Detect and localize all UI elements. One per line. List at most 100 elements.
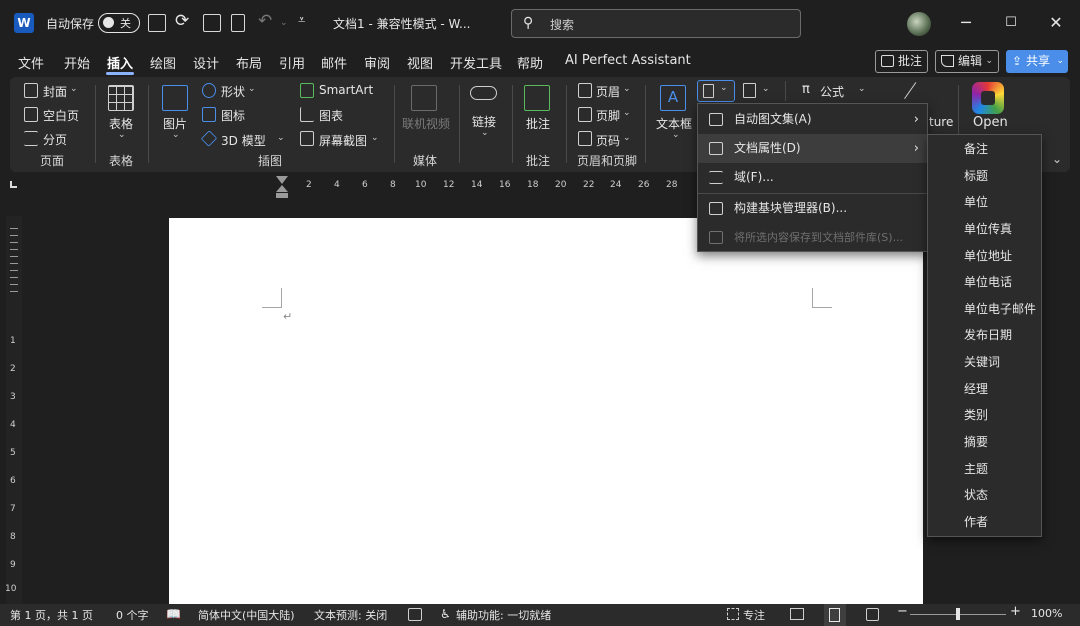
- tab-home[interactable]: 开始: [64, 53, 90, 72]
- cover-page-button[interactable]: 封面: [43, 83, 67, 100]
- proofing-icon[interactable]: 📖: [166, 607, 181, 621]
- submenu-item[interactable]: 作者: [928, 509, 1041, 536]
- screenshot-button[interactable]: 屏幕截图: [319, 132, 367, 149]
- customize-icon[interactable]: ⩡: [298, 13, 305, 28]
- submenu-item[interactable]: 类别: [928, 402, 1041, 429]
- chevron-down-icon[interactable]: ⌄: [623, 84, 631, 94]
- pi-icon[interactable]: π: [802, 82, 810, 97]
- signature-line-icon[interactable]: [743, 83, 756, 98]
- 3d-models-button[interactable]: 3D 模型: [221, 132, 266, 149]
- signature-label-partial[interactable]: ture: [929, 115, 953, 129]
- tab-help[interactable]: 帮助: [517, 53, 543, 72]
- submenu-item[interactable]: 主题: [928, 456, 1041, 483]
- autosave-toggle[interactable]: 关: [98, 13, 140, 33]
- maximize-icon[interactable]: ☐: [998, 10, 1024, 36]
- new-doc-icon[interactable]: [231, 14, 245, 32]
- redo-icon[interactable]: ⟳: [175, 11, 189, 31]
- chevron-down-icon[interactable]: ⌄: [481, 128, 489, 138]
- menu-item-building-blocks-organizer[interactable]: 构建基块管理器(B)...: [698, 194, 927, 223]
- share-button[interactable]: ⇪ 共享 ⌄: [1006, 50, 1068, 73]
- avatar[interactable]: [907, 12, 931, 36]
- icons-button[interactable]: 图标: [221, 107, 245, 124]
- submenu-item[interactable]: 单位电子邮件: [928, 296, 1041, 323]
- comments-button[interactable]: 批注: [875, 50, 928, 73]
- tab-view[interactable]: 视图: [407, 53, 433, 72]
- left-indent-icon[interactable]: [276, 193, 288, 198]
- submenu-item[interactable]: 发布日期: [928, 322, 1041, 349]
- open-addin-button[interactable]: Open: [973, 115, 1008, 130]
- touch-mode-icon[interactable]: [203, 14, 221, 32]
- editing-button[interactable]: 编辑 ⌄: [935, 50, 999, 73]
- quick-parts-button[interactable]: ⌄: [697, 80, 735, 102]
- equation-button[interactable]: 公式: [820, 83, 844, 100]
- chevron-down-icon[interactable]: ⌄: [623, 133, 631, 143]
- submenu-item[interactable]: 经理: [928, 376, 1041, 403]
- language-status[interactable]: 简体中文(中国大陆): [198, 607, 295, 623]
- close-icon[interactable]: ✕: [1043, 10, 1069, 36]
- header-button[interactable]: 页眉: [596, 83, 620, 100]
- submenu-item[interactable]: 关键词: [928, 349, 1041, 376]
- chevron-down-icon[interactable]: ⌄: [277, 133, 285, 143]
- tab-draw[interactable]: 绘图: [150, 53, 176, 72]
- menu-item-field[interactable]: 域(F)...: [698, 163, 927, 192]
- footer-button[interactable]: 页脚: [596, 107, 620, 124]
- chevron-down-icon[interactable]: ⌄: [858, 84, 866, 94]
- submenu-item[interactable]: 备注: [928, 136, 1041, 163]
- zoom-level[interactable]: 100%: [1031, 607, 1062, 620]
- shapes-button[interactable]: 形状: [221, 83, 245, 100]
- tab-design[interactable]: 设计: [193, 53, 219, 72]
- zoom-out-button[interactable]: −: [897, 604, 908, 619]
- document-page[interactable]: ↵: [169, 218, 923, 604]
- menu-item-autotext[interactable]: 自动图文集(A) ›: [698, 105, 927, 134]
- submenu-item[interactable]: 标题: [928, 163, 1041, 190]
- submenu-item[interactable]: 状态: [928, 482, 1041, 509]
- undo-icon[interactable]: ↶: [258, 11, 272, 31]
- print-layout-button[interactable]: [824, 604, 846, 626]
- focus-mode-button[interactable]: 专注: [743, 607, 765, 623]
- open-addin-icon[interactable]: [972, 82, 1004, 114]
- tab-selector-icon[interactable]: [10, 181, 17, 188]
- tab-review[interactable]: 审阅: [364, 53, 390, 72]
- page-number-button[interactable]: 页码: [596, 132, 620, 149]
- chevron-down-icon[interactable]: ⌄: [70, 84, 78, 94]
- read-mode-icon[interactable]: [790, 608, 804, 620]
- submenu-item[interactable]: 单位传真: [928, 216, 1041, 243]
- hanging-indent-icon[interactable]: [276, 185, 288, 192]
- submenu-item[interactable]: 摘要: [928, 429, 1041, 456]
- menu-item-save-to-gallery[interactable]: 将所选内容保存到文档部件库(S)...: [698, 223, 927, 252]
- chevron-down-icon[interactable]: ⌄: [623, 108, 631, 118]
- chevron-down-icon[interactable]: ⌄: [248, 84, 256, 94]
- minimize-icon[interactable]: ─: [953, 10, 979, 36]
- tab-layout[interactable]: 布局: [236, 53, 262, 72]
- tab-developer[interactable]: 开发工具: [450, 53, 502, 72]
- first-line-indent-icon[interactable]: [276, 176, 288, 184]
- menu-item-document-property[interactable]: 文档属性(D) ›: [698, 134, 927, 163]
- track-changes-icon[interactable]: [408, 608, 422, 621]
- smartart-button[interactable]: SmartArt: [319, 83, 373, 97]
- blank-page-button[interactable]: 空白页: [43, 107, 79, 124]
- chevron-down-icon[interactable]: ⌄: [762, 84, 770, 94]
- zoom-slider-thumb[interactable]: [956, 608, 960, 620]
- tab-references[interactable]: 引用: [279, 53, 305, 72]
- chevron-down-icon[interactable]: ⌄: [172, 130, 180, 140]
- link-icon[interactable]: [470, 86, 497, 100]
- online-video-button[interactable]: 联机视频: [402, 115, 450, 132]
- submenu-item[interactable]: 单位电话: [928, 269, 1041, 296]
- ribbon-collapse-icon[interactable]: ⌄: [1052, 152, 1062, 166]
- table-icon[interactable]: [108, 85, 134, 111]
- comment-button[interactable]: 批注: [526, 115, 550, 132]
- tab-insert[interactable]: 插入: [107, 53, 133, 72]
- textbox-icon[interactable]: A: [660, 85, 686, 111]
- page-count[interactable]: 第 1 页，共 1 页: [10, 607, 93, 623]
- chevron-down-icon[interactable]: ⌄: [371, 133, 379, 143]
- submenu-item[interactable]: 单位: [928, 189, 1041, 216]
- accessibility-status[interactable]: 辅助功能: 一切就绪: [456, 607, 551, 623]
- tab-ai-perfect-assistant[interactable]: AI Perfect Assistant: [565, 53, 691, 68]
- indent-markers[interactable]: [276, 176, 288, 198]
- accessibility-icon[interactable]: ♿: [440, 607, 451, 621]
- tab-mailings[interactable]: 邮件: [321, 53, 347, 72]
- zoom-in-button[interactable]: +: [1010, 604, 1021, 619]
- tab-file[interactable]: 文件: [18, 53, 44, 72]
- word-count[interactable]: 0 个字: [116, 607, 149, 623]
- chart-button[interactable]: 图表: [319, 107, 343, 124]
